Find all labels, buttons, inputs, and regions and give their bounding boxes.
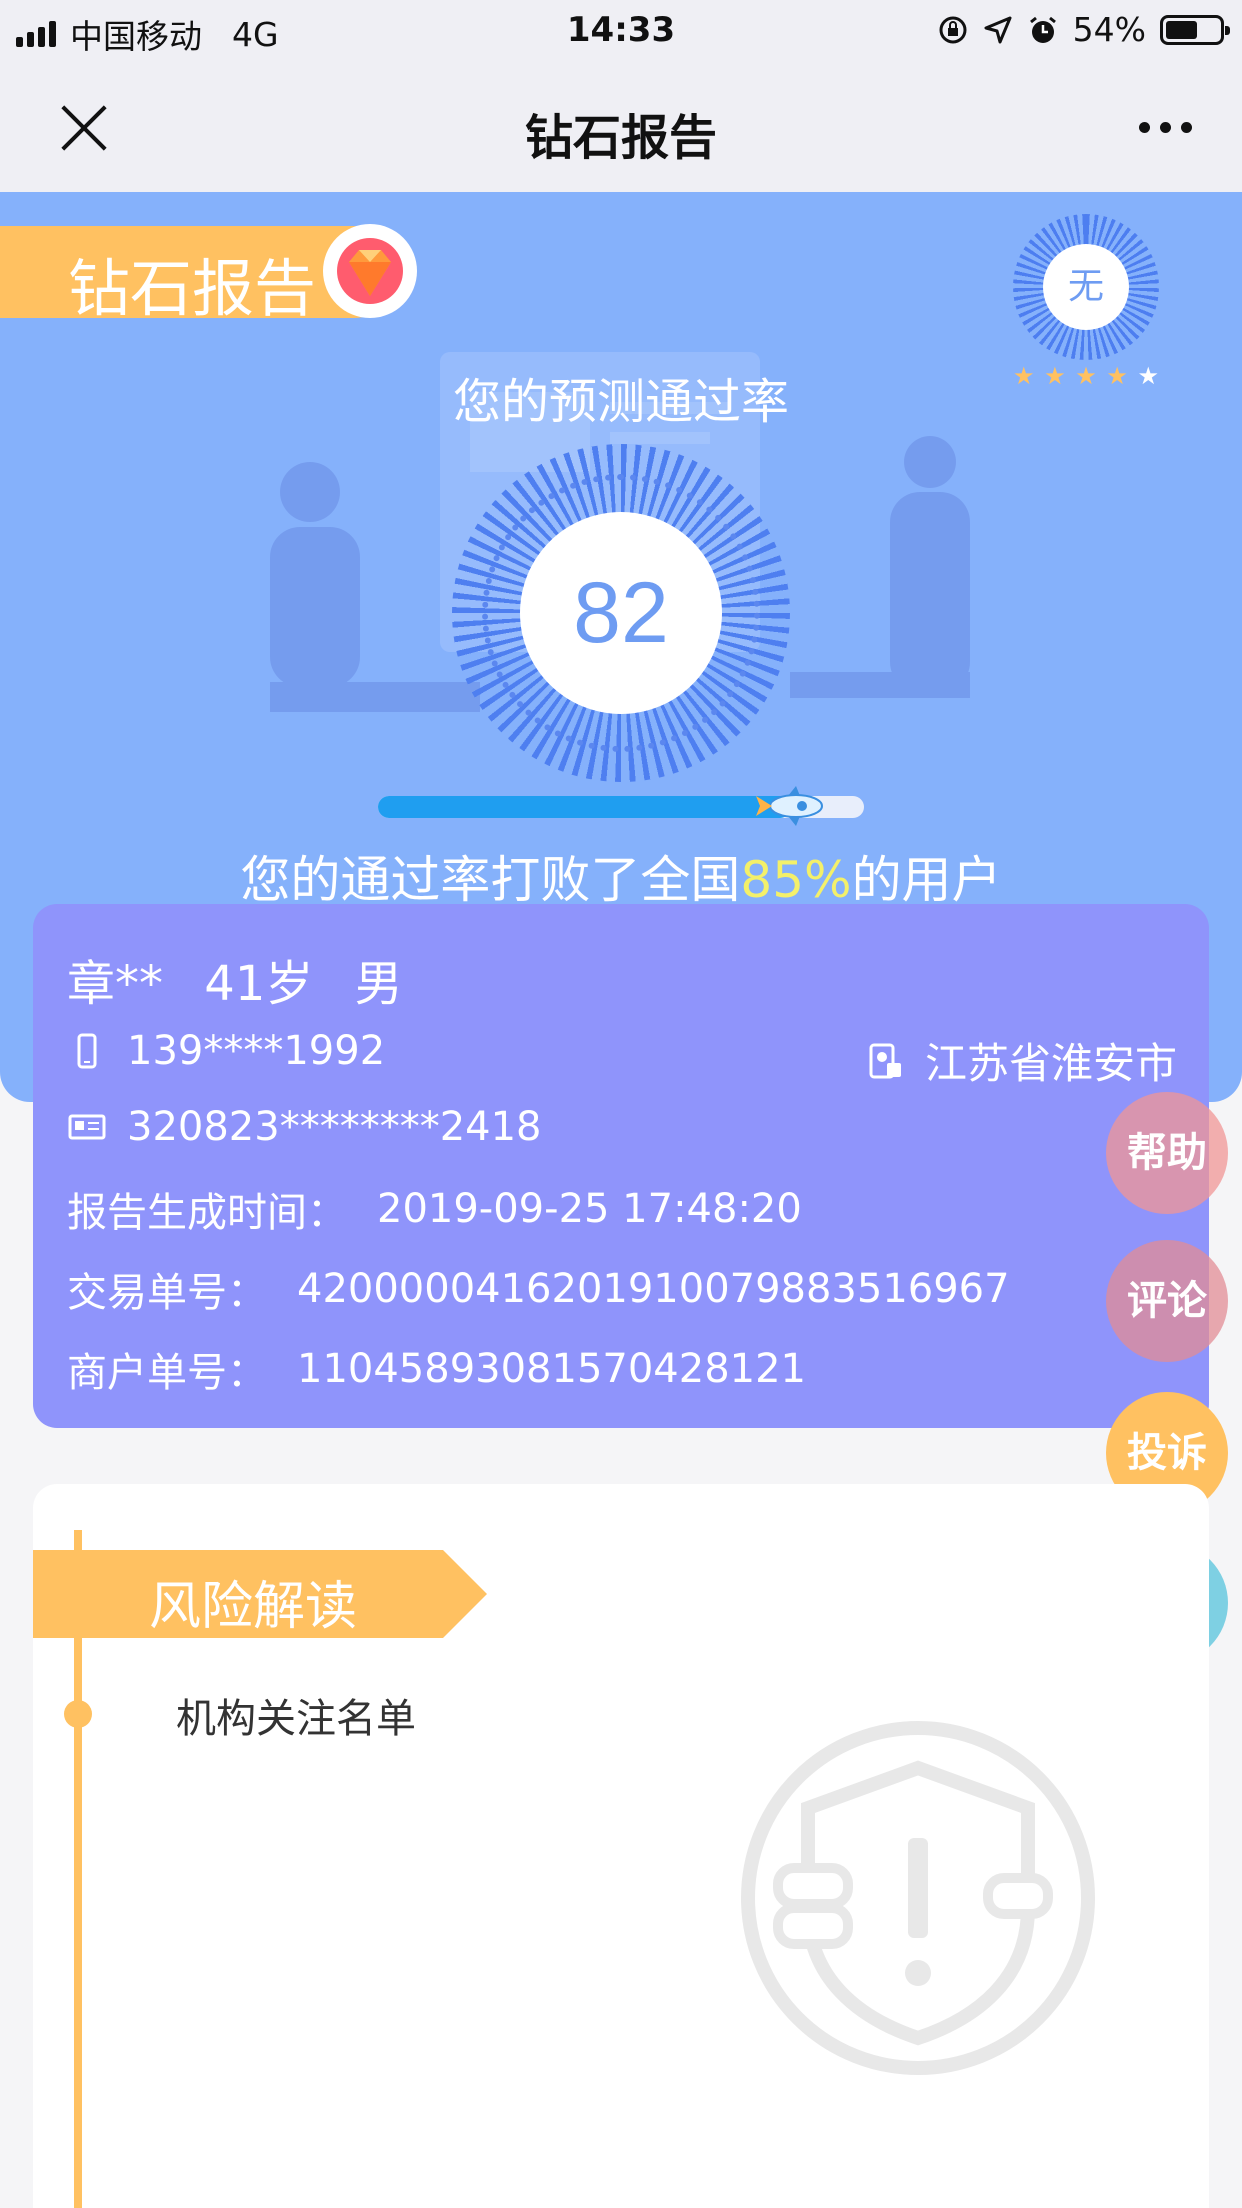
pass-rate-progress-fill xyxy=(378,796,792,818)
timeline-dot xyxy=(64,1700,92,1728)
status-bar: 中国移动 4G 14:33 54% xyxy=(0,0,1242,62)
location-icon xyxy=(869,1043,901,1078)
merchant-label: 商户单号： xyxy=(67,1350,267,1396)
user-info-card: 章** 41岁 男 139****1992 江苏省淮安市 320823*****… xyxy=(33,904,1209,1428)
status-right: 54% xyxy=(937,10,1230,49)
battery-percent: 54% xyxy=(1072,10,1146,49)
risk-item-label: 机构关注名单 xyxy=(176,1696,416,1742)
phone-row: 139****1992 xyxy=(67,1028,385,1074)
location-arrow-icon xyxy=(984,16,1012,43)
user-name: 章** xyxy=(67,956,164,1012)
rocket-icon xyxy=(756,786,823,826)
user-id-number: 320823********2418 xyxy=(127,1104,542,1150)
beat-suffix: 的用户 xyxy=(851,851,1002,909)
id-card-icon xyxy=(68,1114,106,1140)
id-row: 320823********2418 xyxy=(67,1104,542,1150)
shield-warning-icon xyxy=(741,1721,1095,2075)
nav-bar: 钻石报告 xyxy=(0,62,1242,192)
comment-button[interactable]: 评论 xyxy=(1106,1240,1228,1362)
risk-section-tag: 风险解读 xyxy=(33,1550,487,1638)
help-button[interactable]: 帮助 xyxy=(1106,1092,1228,1214)
phone-icon xyxy=(77,1033,97,1069)
report-time-value: 2019-09-25 17:48:20 xyxy=(377,1186,802,1232)
user-location: 江苏省淮安市 xyxy=(924,1039,1177,1088)
orientation-lock-icon xyxy=(939,16,967,43)
beat-rate-text: 您的通过率打败了全国85%的用户 xyxy=(0,840,1242,912)
page-title: 钻石报告 xyxy=(524,110,717,166)
alarm-icon xyxy=(1029,16,1056,43)
user-phone: 139****1992 xyxy=(127,1028,386,1074)
risk-section-title: 风险解读 xyxy=(149,1577,358,1637)
score-value: 82 xyxy=(520,512,722,714)
user-summary: 章** 41岁 男 xyxy=(67,944,403,1014)
beat-prefix: 您的通过率打败了全国 xyxy=(240,851,741,909)
transaction-number: 4200000416201910079883516967 xyxy=(297,1266,1010,1312)
merchant-row: 商户单号： 1104589308157042812​1 xyxy=(67,1340,806,1398)
level-seal-text: 无 xyxy=(1043,244,1129,330)
user-age: 41岁 xyxy=(204,956,314,1012)
diamond-logo-icon xyxy=(323,224,417,318)
predict-label: 您的预测通过率 xyxy=(452,374,789,430)
beat-percent: 85% xyxy=(740,851,852,909)
transaction-row: 交易单号： 4200000416201910079883516967 xyxy=(67,1260,1010,1318)
user-gender: 男 xyxy=(354,956,403,1012)
report-tag-label: 钻石报告 xyxy=(68,252,317,325)
transaction-label: 交易单号： xyxy=(67,1270,267,1316)
report-time-label: 报告生成时间： xyxy=(67,1190,347,1236)
merchant-number: 1104589308157042812​1 xyxy=(297,1346,806,1392)
location-row: 江苏省淮安市 xyxy=(865,1030,1177,1091)
battery-icon xyxy=(1160,14,1230,45)
more-menu-button[interactable] xyxy=(1139,122,1192,133)
report-time-row: 报告生成时间： 2019-09-25 17:48:20 xyxy=(67,1180,802,1238)
